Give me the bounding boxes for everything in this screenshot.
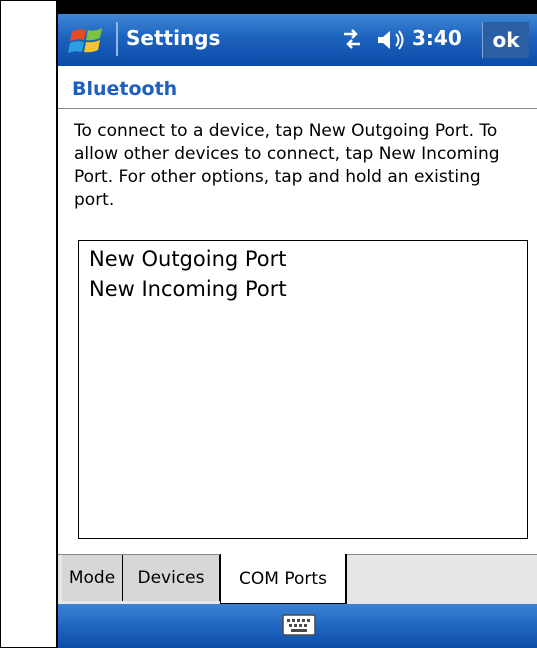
bottom-bar bbox=[58, 604, 537, 648]
tab-mode[interactable]: Mode bbox=[62, 555, 123, 601]
app-title: Settings bbox=[126, 26, 221, 50]
clock[interactable]: 3:40 bbox=[412, 26, 462, 50]
frame-left bbox=[0, 0, 1, 648]
port-list[interactable]: New Outgoing Port New Incoming Port bbox=[78, 240, 528, 539]
connectivity-icon[interactable] bbox=[338, 28, 366, 52]
page-title: Bluetooth bbox=[72, 78, 178, 100]
tab-strip: Mode Devices COM Ports bbox=[58, 554, 537, 605]
tab-devices[interactable]: Devices bbox=[123, 555, 220, 601]
title-divider bbox=[58, 108, 537, 109]
ok-button[interactable]: ok bbox=[482, 22, 529, 58]
top-strip bbox=[58, 0, 537, 14]
new-outgoing-port-item[interactable]: New Outgoing Port bbox=[89, 247, 287, 271]
tab-com-ports[interactable]: COM Ports bbox=[220, 554, 347, 605]
device-screen: Settings 3:40 ok Bluetooth To connect to… bbox=[56, 0, 537, 648]
title-separator bbox=[116, 22, 118, 56]
new-incoming-port-item[interactable]: New Incoming Port bbox=[89, 277, 287, 301]
description-text: To connect to a device, tap New Outgoing… bbox=[74, 121, 500, 210]
keyboard-icon[interactable] bbox=[282, 614, 316, 636]
windows-logo-icon[interactable] bbox=[68, 22, 110, 56]
title-bar: Settings 3:40 ok bbox=[58, 14, 537, 66]
volume-icon[interactable] bbox=[376, 28, 406, 52]
